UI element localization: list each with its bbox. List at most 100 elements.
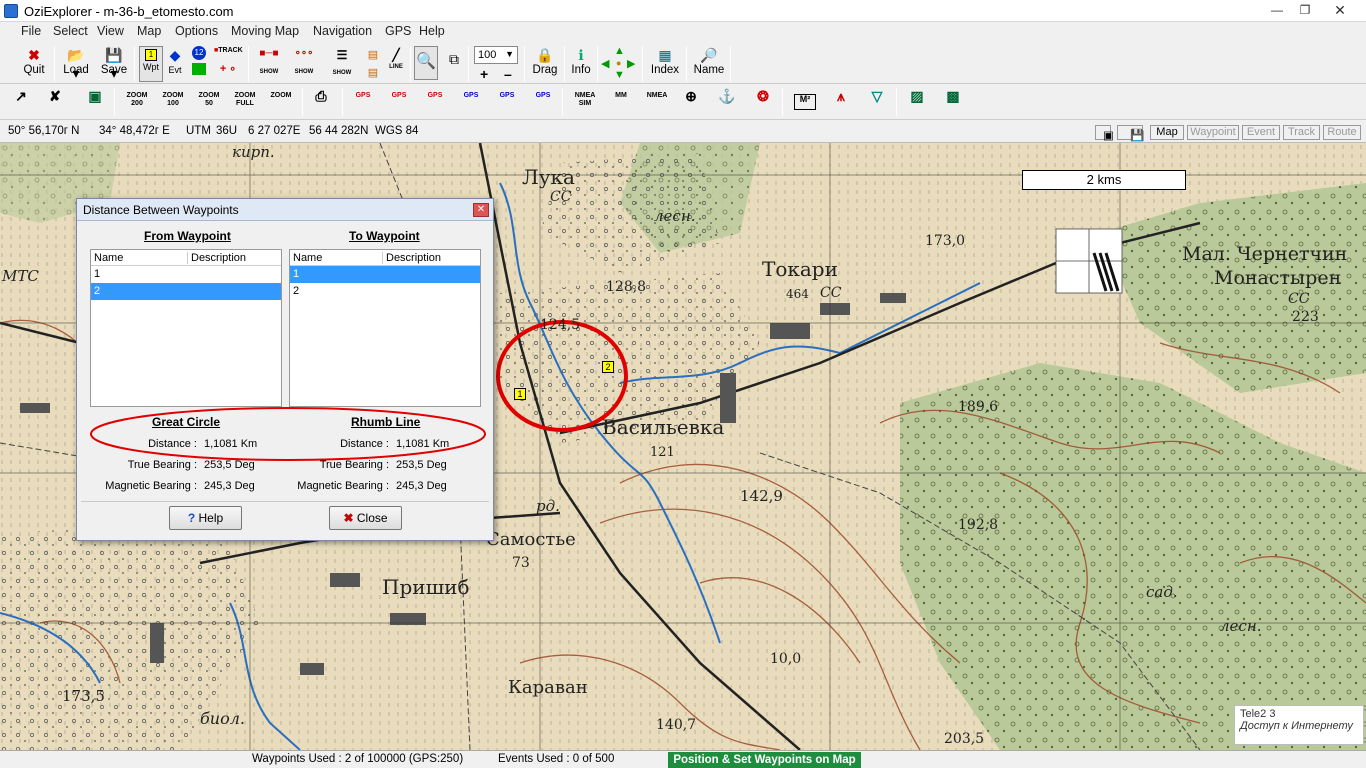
moving-map-button[interactable]: MM <box>608 92 634 112</box>
menu-view[interactable]: View <box>97 24 124 38</box>
map-close-button[interactable]: ✘ <box>44 89 66 112</box>
waypoint-2-marker[interactable]: 2 <box>602 361 614 373</box>
dialog-close-x-button[interactable]: ✕ <box>473 203 489 217</box>
map-label: МТС <box>2 267 39 285</box>
map-import-button[interactable]: ▩ <box>942 89 964 112</box>
menu-file[interactable]: File <box>21 24 41 38</box>
tab-event[interactable]: Event <box>1242 125 1280 140</box>
gps-all-button[interactable]: GPS <box>532 92 554 112</box>
pan-button[interactable]: ▲ ◀ ▶ ▼ ● <box>600 45 638 81</box>
crosshair-button[interactable]: ⊕ <box>680 89 702 112</box>
index-button[interactable]: ▦ Index <box>648 46 682 76</box>
zoom-200-button[interactable]: ZOOM 200 <box>124 92 150 112</box>
main-toolbar: ✖ Quit 📂▾ Load 💾▾ Save 1 Wpt ◆ Evt 12 ■T… <box>0 42 1366 84</box>
map-export-button[interactable]: ▨ <box>906 89 928 112</box>
tab-waypoint[interactable]: Waypoint <box>1187 125 1239 140</box>
map-label: 128,8 <box>606 279 647 295</box>
connection-label: Доступ к Интернету <box>1240 720 1353 732</box>
window-tool-button[interactable]: ⧉ <box>444 50 464 68</box>
utm-zone: 36U <box>216 125 238 137</box>
arrow-left-icon: ◀ <box>601 58 610 70</box>
menu-help[interactable]: Help <box>419 24 445 38</box>
list-item[interactable]: 2 <box>290 283 480 300</box>
restore-button[interactable]: ❐ <box>1290 0 1320 20</box>
waypoint-1-marker[interactable]: 1 <box>514 388 526 400</box>
tab-map[interactable]: Map <box>1150 125 1184 140</box>
menu-moving-map[interactable]: Moving Map <box>231 24 299 38</box>
from-waypoint-list[interactable]: Name Description 1 2 <box>90 249 282 407</box>
tab-route[interactable]: Route <box>1323 125 1361 140</box>
info-button[interactable]: ℹ Info <box>567 46 595 76</box>
map-label: СС <box>1288 291 1310 307</box>
event-mode-button[interactable]: ◆ Evt <box>165 46 185 76</box>
area-button[interactable]: M² <box>794 94 816 110</box>
quit-button[interactable]: ✖ Quit <box>20 46 48 76</box>
col-name: Name <box>293 252 323 264</box>
gps-route-button[interactable]: GPS <box>424 92 446 112</box>
list-item-selected[interactable]: 2 <box>91 283 281 300</box>
drag-button[interactable]: 🔒 Drag <box>530 46 560 76</box>
close-button[interactable]: ✖ Close <box>329 506 402 530</box>
help-button[interactable]: ? Help <box>169 506 242 530</box>
route-mode-button[interactable]: 12 <box>190 46 208 75</box>
show-waypoints-button[interactable]: ■─■ SHOW <box>254 48 284 75</box>
map-label: 73 <box>512 555 530 571</box>
gc-magnetic-bearing-label: Magnetic Bearing : <box>105 480 197 492</box>
track-show-button[interactable]: ■TRACK + ∘ <box>214 47 243 75</box>
nmea-button[interactable]: NMEA <box>644 92 670 112</box>
zoom-50-button[interactable]: ZOOM 50 <box>196 92 222 112</box>
menu-gps[interactable]: GPS <box>385 24 411 38</box>
gps-track-up-button[interactable]: GPS <box>460 92 482 112</box>
zoom-window-button[interactable]: ZOOM <box>268 92 294 112</box>
zoom-out-button[interactable]: – <box>504 66 512 82</box>
zoom-full-button[interactable]: ZOOM FULL <box>232 92 258 112</box>
zoom-100-button[interactable]: ZOOM 100 <box>160 92 186 112</box>
zoom-select[interactable]: 100 ▼ <box>474 46 518 64</box>
load-icon: 📂▾ <box>67 47 85 81</box>
waypoint-mode-button[interactable]: 1 Wpt <box>139 46 163 82</box>
map-preview-button[interactable]: ▣ <box>1095 125 1114 142</box>
route-show-icon: ☰ <box>336 48 348 62</box>
gps-upload-button[interactable]: GPS <box>352 92 374 112</box>
menu-navigation[interactable]: Navigation <box>313 24 372 38</box>
gps-track-down-button[interactable]: GPS <box>496 92 518 112</box>
menu-options[interactable]: Options <box>175 24 218 38</box>
name-search-button[interactable]: 🔎 Name <box>692 46 726 76</box>
tab-track[interactable]: Track <box>1283 125 1320 140</box>
list-item[interactable]: 1 <box>91 266 281 283</box>
zoom-tool-button[interactable]: 🔍 <box>414 46 438 80</box>
waypoint-list-button[interactable]: ▤ ▤ <box>362 46 384 82</box>
app-icon <box>4 4 18 18</box>
menu-map[interactable]: Map <box>137 24 161 38</box>
lifebuoy-button[interactable]: ❂ <box>752 89 774 112</box>
quit-label: Quit <box>23 64 45 76</box>
datum-readout: WGS 84 <box>375 125 419 137</box>
map-layers-button[interactable]: ▣ <box>84 89 106 112</box>
show-routes-button[interactable]: ☰ SHOW <box>328 46 356 76</box>
show-events-button[interactable]: ∘∘∘ SHOW <box>289 48 319 75</box>
gps-download-button[interactable]: GPS <box>388 92 410 112</box>
save-button[interactable]: 💾▾ Save <box>98 46 130 81</box>
show-label-1: SHOW <box>259 69 279 75</box>
print-button[interactable]: ⎙ <box>310 89 332 112</box>
minimize-button[interactable]: — <box>1262 0 1292 20</box>
close-window-button[interactable]: ✕ <box>1320 0 1360 20</box>
profile-button[interactable]: ⩚ <box>830 89 852 112</box>
zoom-in-button[interactable]: + <box>480 66 488 82</box>
line-button[interactable]: ╱ LINE <box>386 46 406 70</box>
load-button[interactable]: 📂▾ Load <box>60 46 92 81</box>
save-view-button[interactable]: 💾 <box>1117 125 1144 142</box>
close-icon: ✖ <box>343 511 354 525</box>
filter-button[interactable]: ▽ <box>866 89 888 112</box>
list-item-selected[interactable]: 1 <box>290 266 480 283</box>
map-label: сад. <box>1146 583 1178 601</box>
list-header: Name Description <box>290 250 480 266</box>
menu-select[interactable]: Select <box>53 24 88 38</box>
info-icon: ℹ <box>578 47 584 63</box>
to-waypoint-list[interactable]: Name Description 1 2 <box>289 249 481 407</box>
from-waypoint-header: From Waypoint <box>144 229 231 243</box>
anchor-button[interactable]: ⚓ <box>716 89 738 112</box>
map-open-button[interactable]: ↗ <box>10 89 32 112</box>
map-label: Монастырен <box>1214 267 1342 289</box>
nmea-sim-button[interactable]: NMEA SIM <box>572 92 598 112</box>
